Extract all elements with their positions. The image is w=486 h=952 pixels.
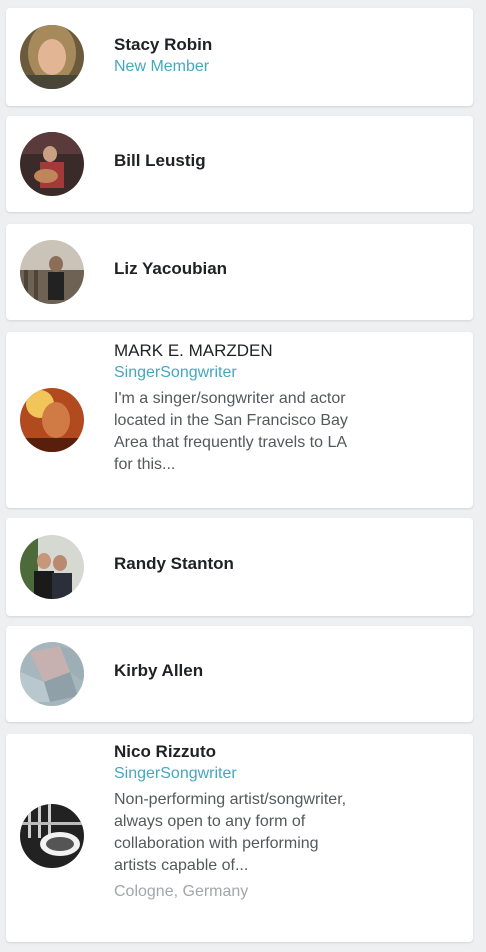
member-info: Randy Stanton bbox=[114, 553, 373, 575]
member-location: Cologne, Germany bbox=[114, 883, 249, 900]
member-role: New Member bbox=[114, 58, 210, 75]
member-info: Nico Rizzuto SingerSongwriter Non-perfor… bbox=[114, 741, 373, 903]
member-card[interactable]: Liz Yacoubian bbox=[6, 224, 473, 320]
member-name[interactable]: Stacy Robin bbox=[114, 34, 373, 56]
member-card[interactable]: Kirby Allen bbox=[6, 626, 473, 722]
avatar[interactable] bbox=[20, 25, 84, 89]
member-card[interactable]: Nico Rizzuto SingerSongwriter Non-perfor… bbox=[6, 734, 473, 942]
member-card[interactable]: Randy Stanton bbox=[6, 518, 473, 616]
avatar[interactable] bbox=[20, 535, 84, 599]
member-card[interactable]: Bill Leustig bbox=[6, 116, 473, 212]
member-info: MARK E. MARZDEN SingerSongwriter I'm a s… bbox=[114, 340, 373, 476]
member-name[interactable]: Liz Yacoubian bbox=[114, 258, 373, 280]
member-name[interactable]: Kirby Allen bbox=[114, 660, 373, 682]
member-info: Stacy Robin New Member bbox=[114, 34, 373, 78]
member-info: Liz Yacoubian bbox=[114, 258, 373, 280]
member-role: SingerSongwriter bbox=[114, 364, 237, 381]
member-name[interactable]: MARK E. MARZDEN bbox=[114, 340, 373, 362]
member-info: Bill Leustig bbox=[114, 150, 373, 172]
member-bio: I'm a singer/songwriter and actor locate… bbox=[114, 390, 348, 473]
avatar[interactable] bbox=[20, 240, 84, 304]
member-list: Stacy Robin New Member Bill Leustig Liz … bbox=[0, 0, 486, 952]
avatar[interactable] bbox=[20, 804, 84, 868]
member-name[interactable]: Randy Stanton bbox=[114, 553, 373, 575]
member-card[interactable]: MARK E. MARZDEN SingerSongwriter I'm a s… bbox=[6, 332, 473, 508]
avatar[interactable] bbox=[20, 132, 84, 196]
member-card[interactable]: Stacy Robin New Member bbox=[6, 8, 473, 106]
member-name[interactable]: Nico Rizzuto bbox=[114, 741, 373, 763]
member-bio: Non-performing artist/songwriter, always… bbox=[114, 791, 347, 874]
member-name[interactable]: Bill Leustig bbox=[114, 150, 373, 172]
avatar[interactable] bbox=[20, 642, 84, 706]
member-info: Kirby Allen bbox=[114, 660, 373, 682]
member-role: SingerSongwriter bbox=[114, 765, 237, 782]
avatar[interactable] bbox=[20, 388, 84, 452]
